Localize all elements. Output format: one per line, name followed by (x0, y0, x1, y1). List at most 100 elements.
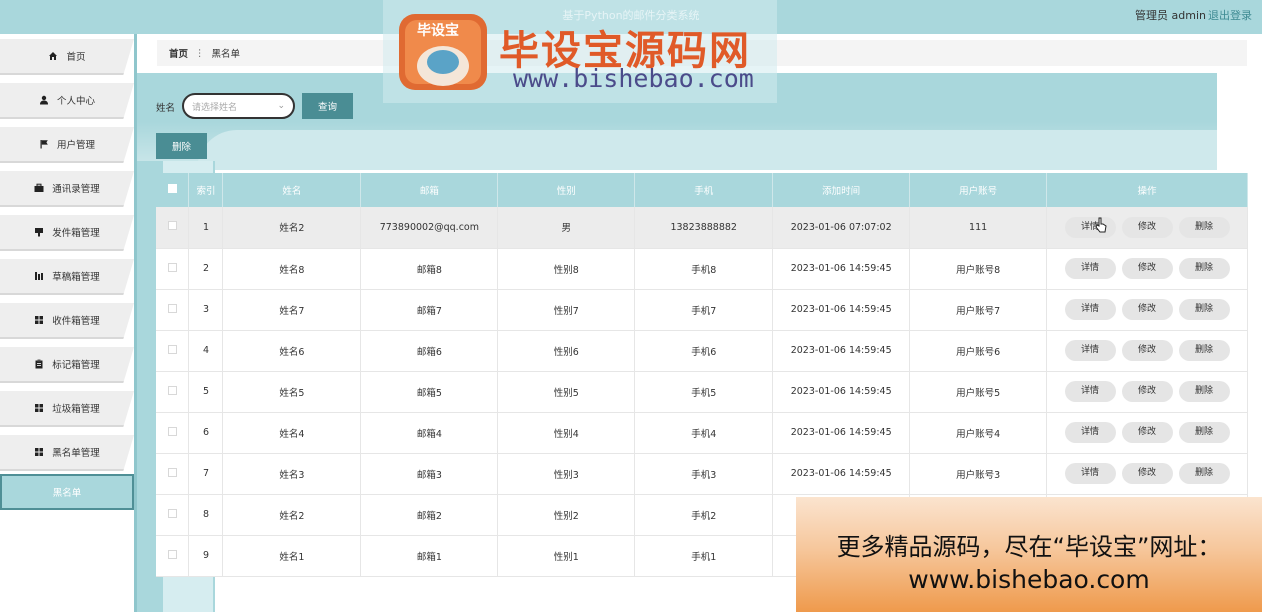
detail-button[interactable]: 详情 (1064, 422, 1116, 443)
delete-button[interactable]: 删除 (1178, 216, 1230, 238)
sidebar-item-5[interactable]: 发件箱管理 (0, 215, 134, 251)
sidebar-item-label: 通讯录管理 (52, 184, 100, 195)
ad-line-2: www.bishebao.com (908, 565, 1150, 594)
name-cell: 姓名2 (222, 494, 362, 536)
gender-cell: 性别4 (497, 412, 636, 454)
row-checkbox-cell[interactable] (156, 535, 190, 577)
sidebar-item-label: 黑名单管理 (52, 448, 100, 459)
email-cell: 邮箱2 (360, 494, 499, 536)
table-row[interactable]: 7 姓名3 邮箱3 性别3 手机3 2023-01-06 14:59:45 用户账号3 详情修… (156, 453, 1248, 495)
sidebar-subitem-blacklist[interactable]: 黑名单 (0, 474, 134, 510)
sidebar-item-8[interactable]: 标记箱管理 (0, 347, 134, 383)
sidebar-item-label: 用户管理 (56, 140, 95, 151)
search-label: 姓名 (156, 103, 176, 114)
row-checkbox-cell[interactable] (156, 412, 190, 454)
detail-button[interactable]: 详情 (1064, 216, 1116, 238)
row-checkbox-cell[interactable] (156, 371, 190, 413)
sidebar-item-6[interactable]: 草稿箱管理 (0, 259, 134, 295)
edit-button[interactable]: 修改 (1121, 258, 1173, 279)
sidebar-item-9[interactable]: 垃圾箱管理 (0, 391, 134, 427)
table-row[interactable]: 3 姓名7 邮箱7 性别7 手机7 2023-01-06 14:59:45 用户账号7 详情修… (156, 289, 1248, 331)
account-cell: 用户账号8 (909, 248, 1048, 290)
time-cell: 2023-01-06 14:59:45 (772, 412, 911, 454)
row-checkbox-cell[interactable] (156, 248, 190, 290)
detail-button[interactable]: 详情 (1064, 340, 1116, 361)
edit-button[interactable]: 修改 (1121, 340, 1173, 361)
breadcrumb-current: 黑名单 (211, 49, 241, 60)
breadcrumb-home[interactable]: 首页 (169, 46, 188, 60)
edit-button[interactable]: 修改 (1121, 299, 1173, 320)
actions-cell: 详情 修改 删除 (1046, 289, 1248, 331)
select-all-checkbox[interactable] (167, 184, 177, 193)
name-cell: 姓名1 (222, 535, 362, 577)
detail-button[interactable]: 详情 (1064, 299, 1116, 320)
name-cell: 姓名7 (222, 289, 362, 331)
actions-cell: 详情 修改 删除 (1046, 207, 1248, 249)
delete-button[interactable]: 删除 (1178, 422, 1230, 443)
watermark-logo-text: 毕设宝 (417, 23, 459, 39)
gender-cell: 性别6 (497, 330, 636, 372)
index-cell: 5 (188, 371, 224, 413)
phone-cell: 手机4 (634, 412, 774, 454)
bulk-delete-button[interactable]: 删除 (156, 133, 207, 159)
user-icon (39, 95, 48, 105)
row-checkbox[interactable] (167, 262, 177, 272)
edit-button[interactable]: 修改 (1121, 216, 1173, 238)
table-row[interactable]: 4 姓名6 邮箱6 性别6 手机6 2023-01-06 14:59:45 用户账号6 详情修… (156, 330, 1248, 372)
gender-cell: 性别3 (497, 453, 636, 495)
row-checkbox-cell[interactable] (156, 330, 190, 372)
col-account: 用户账号 (909, 173, 1048, 207)
delete-button[interactable]: 删除 (1178, 340, 1230, 361)
detail-button[interactable]: 详情 (1064, 463, 1116, 484)
row-checkbox[interactable] (167, 303, 177, 313)
sidebar-item-label: 垃圾箱管理 (52, 404, 100, 415)
delete-button[interactable]: 删除 (1178, 299, 1230, 320)
row-checkbox[interactable] (167, 221, 177, 231)
sidebar-item-4[interactable]: 通讯录管理 (0, 171, 134, 207)
detail-button[interactable]: 详情 (1064, 258, 1116, 279)
table-row[interactable]: 5 姓名5 邮箱5 性别5 手机5 2023-01-06 14:59:45 用户账号5 详情修… (156, 371, 1248, 413)
index-cell: 1 (188, 207, 224, 249)
name-cell: 姓名4 (222, 412, 362, 454)
row-checkbox-cell[interactable] (156, 289, 190, 331)
clipboard-icon (35, 359, 43, 369)
table-row[interactable]: 1 姓名2 773890002@qq.com 男 13823888882 2023-01-… (156, 207, 1248, 249)
detail-button[interactable]: 详情 (1064, 381, 1116, 402)
ad-banner: 更多精品源码，尽在“毕设宝”网址： www.bishebao.com (796, 497, 1262, 612)
current-user: 管理员 admin (1135, 9, 1206, 22)
delete-button[interactable]: 删除 (1178, 381, 1230, 402)
sidebar-item-7[interactable]: 收件箱管理 (0, 303, 134, 339)
row-checkbox-cell[interactable] (156, 453, 190, 495)
sidebar-item-label: 首页 (66, 52, 86, 63)
sidebar-item-10[interactable]: 黑名单管理 (0, 435, 134, 471)
row-checkbox-cell[interactable] (156, 207, 190, 249)
account-cell: 用户账号4 (909, 412, 1048, 454)
phone-cell: 手机3 (634, 453, 774, 495)
select-all-cell[interactable] (156, 173, 190, 207)
sidebar-item-label: 草稿箱管理 (52, 272, 100, 283)
delete-button[interactable]: 删除 (1178, 258, 1230, 279)
sidebar-item-3[interactable]: 用户管理 (0, 127, 134, 163)
time-cell: 2023-01-06 14:59:45 (772, 289, 911, 331)
row-checkbox-cell[interactable] (156, 494, 190, 536)
sidebar-item-2[interactable]: 个人中心 (0, 83, 134, 119)
row-checkbox[interactable] (167, 385, 177, 395)
sidebar-item-1[interactable]: 首页 (0, 39, 134, 75)
email-cell: 邮箱8 (360, 248, 499, 290)
row-checkbox[interactable] (167, 426, 177, 436)
delete-button[interactable]: 删除 (1178, 463, 1230, 484)
table-row[interactable]: 6 姓名4 邮箱4 性别4 手机4 2023-01-06 14:59:45 用户账号4 详情修… (156, 412, 1248, 454)
edit-button[interactable]: 修改 (1121, 422, 1173, 443)
row-checkbox[interactable] (167, 508, 177, 518)
logout-link[interactable]: 退出登录 (1208, 7, 1252, 23)
table-row[interactable]: 2 姓名8 邮箱8 性别8 手机8 2023-01-06 14:59:45 用户账号8 详情修… (156, 248, 1248, 290)
row-checkbox[interactable] (167, 344, 177, 354)
row-checkbox[interactable] (167, 549, 177, 559)
row-checkbox[interactable] (167, 467, 177, 477)
edit-button[interactable]: 修改 (1121, 381, 1173, 402)
name-select[interactable]: 请选择姓名 ⌄ (182, 93, 295, 119)
edit-button[interactable]: 修改 (1121, 463, 1173, 484)
col-actions: 操作 (1046, 173, 1248, 207)
query-button[interactable]: 查询 (302, 93, 353, 119)
home-icon (49, 52, 58, 60)
